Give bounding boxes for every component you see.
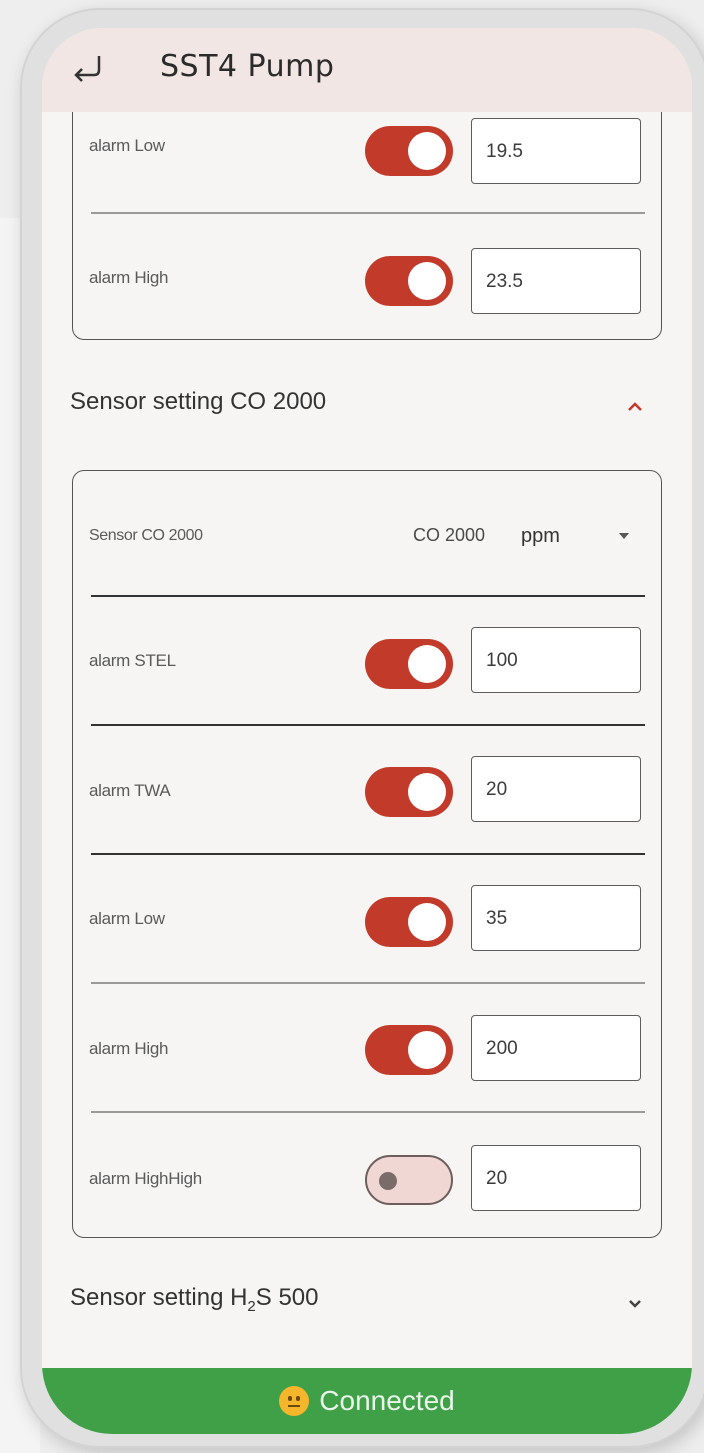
toggle-knob bbox=[408, 262, 446, 300]
alarm-low-label: alarm Low bbox=[89, 136, 165, 155]
alarm-twa-label: alarm TWA bbox=[89, 781, 171, 800]
sensor-select-value: CO 2000 bbox=[413, 525, 486, 545]
row-divider bbox=[91, 853, 645, 855]
app-bar: SST4 Pump bbox=[42, 28, 692, 112]
page-title: SST4 Pump bbox=[160, 49, 335, 84]
alarm-twa-input[interactable]: 20 bbox=[471, 756, 641, 822]
alarm-high-label: alarm High bbox=[89, 1039, 169, 1058]
oxygen-alarm-card: alarm Low 19.5 alarm High 23.5 bbox=[72, 88, 662, 340]
toggle-knob bbox=[408, 903, 446, 941]
toggle-knob bbox=[408, 1031, 446, 1069]
alarm-low-input[interactable]: 19.5 bbox=[471, 118, 641, 184]
neutral-face-emoji-icon bbox=[279, 1386, 310, 1416]
alarm-low-toggle[interactable] bbox=[365, 897, 453, 947]
app-screen: alarm Low 19.5 alarm High 23.5 SST4 Pump… bbox=[42, 28, 692, 1434]
dropdown-arrow-icon[interactable] bbox=[619, 533, 629, 539]
toggle-knob bbox=[408, 773, 446, 811]
row-divider bbox=[91, 1111, 645, 1113]
alarm-low-label: alarm Low bbox=[89, 909, 165, 928]
toggle-knob bbox=[408, 132, 446, 170]
sensor-unit: ppm bbox=[521, 525, 560, 547]
alarm-stel-toggle[interactable] bbox=[365, 639, 453, 689]
alarm-highhigh-input[interactable]: 20 bbox=[471, 1145, 641, 1211]
chevron-down-icon[interactable] bbox=[622, 1290, 648, 1316]
row-divider bbox=[91, 724, 645, 726]
connection-status-text: Connected bbox=[319, 1385, 455, 1416]
alarm-high-toggle[interactable] bbox=[365, 1025, 453, 1075]
return-arrow-icon[interactable] bbox=[68, 48, 108, 88]
alarm-stel-label: alarm STEL bbox=[89, 651, 176, 670]
alarm-stel-input[interactable]: 100 bbox=[471, 627, 641, 693]
row-divider bbox=[91, 595, 645, 597]
chevron-up-icon[interactable] bbox=[622, 394, 648, 420]
alarm-highhigh-label: alarm HighHigh bbox=[89, 1169, 202, 1188]
alarm-high-input[interactable]: 200 bbox=[471, 1015, 641, 1081]
section-title-co: Sensor setting CO 2000 bbox=[70, 388, 327, 415]
row-divider bbox=[91, 212, 645, 214]
co-sensor-card: Sensor CO 2000 CO 2000 ppm alarm STEL 10… bbox=[72, 470, 662, 1238]
alarm-highhigh-toggle[interactable] bbox=[365, 1155, 453, 1205]
alarm-high-toggle[interactable] bbox=[365, 256, 453, 306]
toggle-knob bbox=[408, 645, 446, 683]
toggle-knob bbox=[379, 1172, 397, 1190]
row-divider bbox=[91, 982, 645, 984]
alarm-twa-toggle[interactable] bbox=[365, 767, 453, 817]
connection-status-bar: Connected bbox=[42, 1368, 692, 1434]
section-title-h2s: Sensor setting H2S 500 bbox=[70, 1284, 319, 1315]
alarm-low-input[interactable]: 35 bbox=[471, 885, 641, 951]
alarm-low-toggle[interactable] bbox=[365, 126, 453, 176]
alarm-high-label: alarm High bbox=[89, 268, 169, 287]
alarm-high-input[interactable]: 23.5 bbox=[471, 248, 641, 314]
sensor-label: Sensor CO 2000 bbox=[89, 527, 203, 544]
